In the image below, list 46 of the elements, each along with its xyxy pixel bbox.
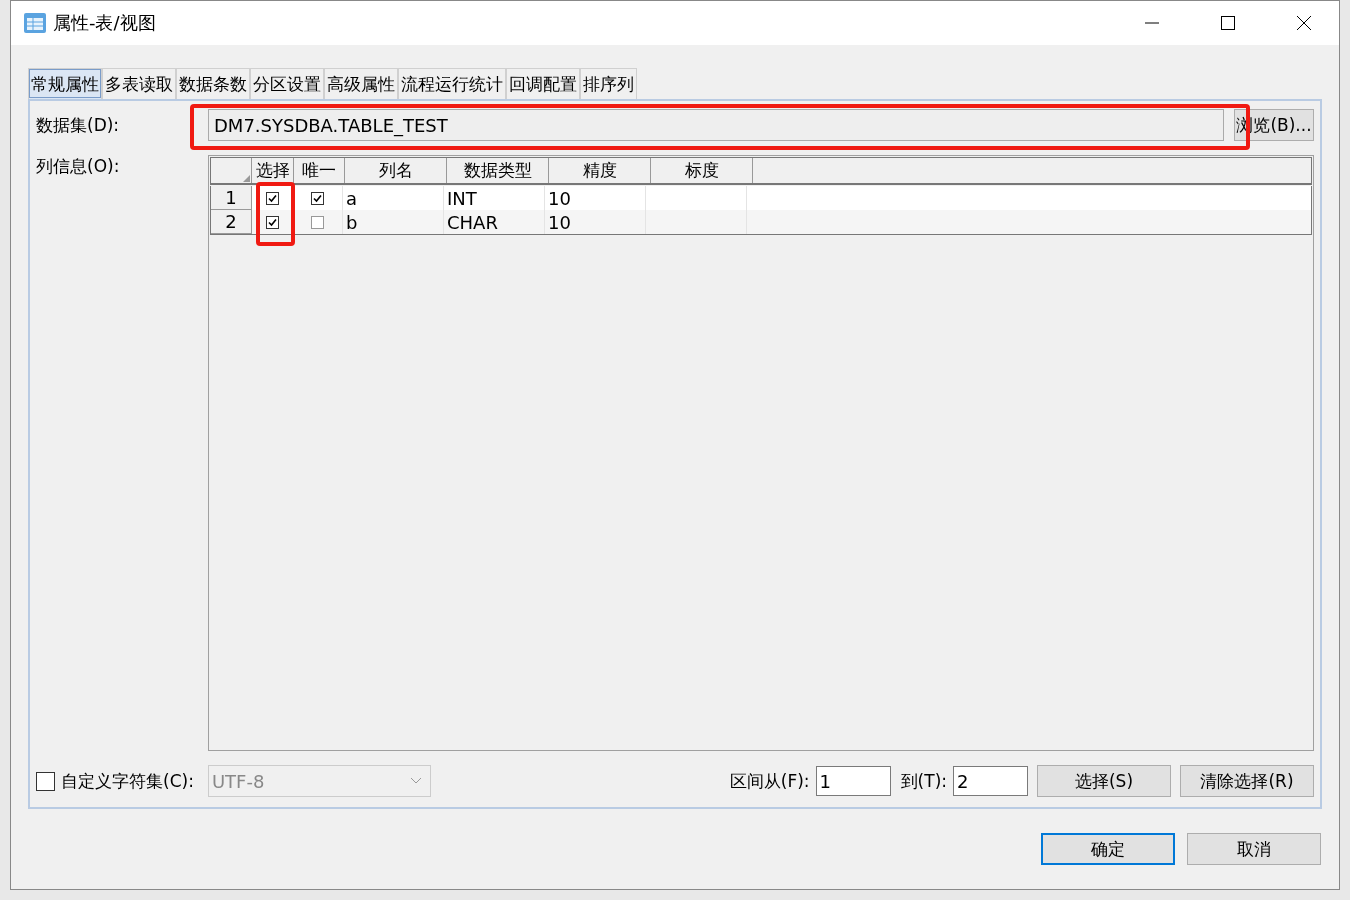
column-header[interactable]: 标度 <box>651 158 753 183</box>
check-icon <box>267 193 277 203</box>
tab[interactable]: 常规属性 <box>28 68 102 99</box>
charset-label: 自定义字符集(C): <box>61 769 194 793</box>
column-header[interactable]: 数据类型 <box>447 158 549 183</box>
row-number: 2 <box>211 210 252 234</box>
dataset-field[interactable]: DM7.SYSDBA.TABLE_TEST <box>208 109 1224 141</box>
checkbox[interactable] <box>311 215 324 229</box>
table-icon <box>23 11 47 35</box>
tab[interactable]: 高级属性 <box>324 68 398 99</box>
tab[interactable]: 回调配置 <box>506 68 580 99</box>
check-icon <box>313 193 322 203</box>
dataset-label: 数据集(D): <box>36 113 121 137</box>
tab[interactable]: 多表读取 <box>102 68 176 99</box>
clear-selection-button[interactable]: 清除选择(R) <box>1180 765 1314 797</box>
tab[interactable]: 数据条数 <box>176 68 250 99</box>
column-header[interactable]: 精度 <box>549 158 651 183</box>
select-button[interactable]: 选择(S) <box>1037 765 1171 797</box>
checkbox[interactable] <box>265 215 279 229</box>
window-title: 属性-表/视图 <box>53 11 157 35</box>
maximize-icon <box>1221 16 1235 30</box>
columns-label: 列信息(O): <box>36 155 121 178</box>
checkbox[interactable] <box>311 191 324 205</box>
ok-button[interactable]: 确定 <box>1041 833 1175 865</box>
column-header[interactable]: 选择 <box>252 158 294 183</box>
range-from-label: 区间从(F): <box>729 769 810 793</box>
range-from-field[interactable]: 1 <box>815 766 891 796</box>
close-icon <box>1297 16 1311 30</box>
tab[interactable]: 流程运行统计 <box>398 68 506 99</box>
tab[interactable]: 分区设置 <box>250 68 324 99</box>
column-header[interactable]: 列名 <box>345 158 447 183</box>
table-cell: INT <box>447 187 477 209</box>
tab[interactable]: 排序列 <box>580 68 637 99</box>
table-cell: CHAR <box>447 211 498 233</box>
checkbox[interactable] <box>265 191 279 205</box>
cancel-button[interactable]: 取消 <box>1187 833 1321 865</box>
range-to-label: 到(T): <box>900 769 947 793</box>
check-icon <box>267 217 277 227</box>
table-cell: a <box>346 187 358 209</box>
column-header[interactable]: 唯一 <box>294 158 345 183</box>
chevron-icon <box>409 777 422 785</box>
table-cell: b <box>346 211 358 233</box>
table-cell: 10 <box>548 187 571 209</box>
row-number: 1 <box>211 186 252 210</box>
range-to-field[interactable]: 2 <box>953 766 1028 796</box>
table-cell: 10 <box>548 211 571 233</box>
